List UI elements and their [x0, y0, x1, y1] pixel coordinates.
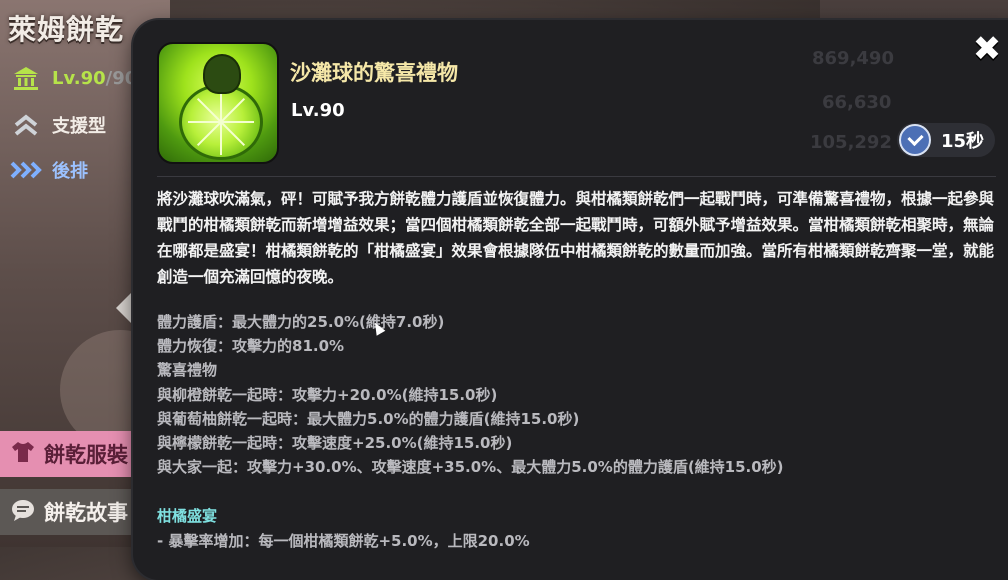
background-stat: 869,490 [812, 48, 894, 69]
story-button-label: 餅乾故事 [44, 501, 128, 525]
cookie-silhouette [203, 54, 241, 94]
section-title: 柑橘盛宴 [157, 507, 218, 525]
effect-line: 與檸檬餅乾一起時：攻擊速度+25.0%(維持15.0秒) [157, 434, 513, 453]
character-level-row: Lv.90/90 [10, 64, 137, 92]
effect-line: 驚喜禮物 [157, 361, 218, 380]
background-stat: 105,292 [810, 132, 892, 153]
character-name: 萊姆餅乾 [8, 13, 125, 46]
skill-level: Lv.90 [291, 100, 345, 121]
character-position: 後排 [52, 161, 88, 182]
close-icon: ✖ [972, 29, 1002, 69]
character-role-row: 支援型 [10, 111, 106, 139]
close-button[interactable]: ✖ [970, 32, 1004, 66]
character-position-row: 後排 [10, 156, 88, 184]
character-role: 支援型 [52, 116, 106, 137]
background-stat: 66,630 [822, 92, 892, 113]
skill-icon [157, 42, 279, 164]
cooldown-value: 15秒 [941, 131, 985, 152]
speech-bubble-icon [10, 498, 36, 527]
effect-line: 與柳橙餅乾一起時：攻擊力+20.0%(維持15.0秒) [157, 385, 498, 404]
lime-ball-graphic [179, 84, 263, 160]
previous-arrow-icon[interactable] [116, 292, 132, 324]
double-chevron-up-icon [10, 111, 42, 139]
building-icon [10, 64, 42, 92]
clock-check-icon [899, 124, 931, 156]
outfit-button-label: 餅乾服裝 [44, 443, 128, 467]
effect-line: 體力恢復：攻擊力的81.0% [157, 337, 345, 356]
skill-title: 沙灘球的驚喜禮物 [290, 61, 458, 85]
effect-line: 與葡萄柚餅乾一起時：最大體力5.0%的體力護盾(維持15.0秒) [157, 409, 580, 428]
divider [157, 176, 996, 177]
effect-line: 與大家一起：攻擊力+30.0%、攻擊速度+35.0%、最大體力5.0%的體力護盾… [157, 458, 784, 477]
skill-description: 將沙灘球吹滿氣，砰！可賦予我方餅乾體力護盾並恢復體力。與柑橘類餅乾們一起戰鬥時，… [157, 190, 995, 286]
cooldown-badge: 15秒 [897, 123, 995, 157]
character-level: Lv.90/90 [52, 67, 138, 89]
triple-chevron-right-icon [10, 156, 42, 184]
section-effect-line: - 暴擊率增加：每一個柑橘類餅乾+5.0%，上限20.0% [157, 532, 530, 550]
shirt-icon [10, 440, 36, 469]
skill-effects-list: 體力護盾：最大體力的25.0%(維持7.0秒) 體力恢復：攻擊力的81.0% 驚… [157, 310, 997, 479]
effect-line: 體力護盾：最大體力的25.0%(維持7.0秒) [157, 313, 445, 331]
